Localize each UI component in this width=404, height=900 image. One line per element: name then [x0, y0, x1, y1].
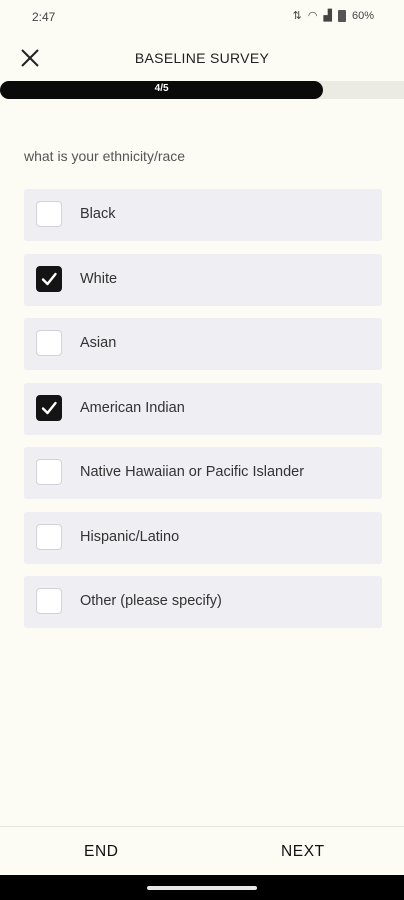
status-icons: ⇅ ◠ ▟ 60%: [293, 9, 374, 22]
option-other[interactable]: Other (please specify): [24, 576, 382, 628]
next-button[interactable]: NEXT: [281, 843, 325, 861]
checkbox[interactable]: [36, 201, 62, 227]
home-indicator[interactable]: [147, 886, 257, 890]
wifi-icon: ◠: [307, 10, 318, 22]
status-bar: 2:47 ⇅ ◠ ▟ 60%: [0, 0, 404, 34]
option-white[interactable]: White: [24, 253, 382, 306]
top-bar: BASELINE SURVEY: [0, 36, 404, 80]
checkbox[interactable]: [36, 265, 62, 292]
option-label: White: [80, 270, 118, 287]
data-icon: ⇅: [292, 10, 302, 22]
option-label: Native Hawaiian or Pacific Islander: [80, 464, 305, 480]
battery-text: 60%: [351, 9, 374, 22]
option-native-hawaiian[interactable]: Native Hawaiian or Pacific Islander: [24, 447, 382, 499]
checkbox[interactable]: [36, 330, 62, 356]
option-hispanic-latino[interactable]: Hispanic/Latino: [24, 511, 382, 564]
progress-label: 4/5: [154, 83, 169, 94]
end-button[interactable]: END: [84, 843, 119, 861]
option-label: Black: [80, 206, 116, 222]
bottom-bar: END NEXT: [0, 826, 404, 875]
option-label: Hispanic/Latino: [80, 528, 180, 545]
option-label: American Indian: [80, 399, 185, 416]
page-title: BASELINE SURVEY: [134, 50, 270, 66]
checkbox[interactable]: [36, 523, 62, 550]
checkbox[interactable]: [36, 394, 62, 421]
option-asian[interactable]: Asian: [24, 318, 382, 370]
options-list: Black White Asian American Indian Native…: [24, 189, 382, 641]
option-label: Asian: [80, 335, 117, 351]
option-black[interactable]: Black: [24, 189, 382, 241]
checkmark-icon: [41, 272, 57, 285]
battery-icon: [337, 9, 346, 22]
status-time: 2:47: [32, 10, 56, 24]
question-text: what is your ethnicity/race: [24, 148, 186, 164]
option-label: Other (please specify): [80, 593, 222, 609]
option-american-indian[interactable]: American Indian: [24, 382, 382, 435]
signal-icon: ▟: [323, 10, 332, 22]
system-nav-bar: [0, 875, 404, 900]
checkbox[interactable]: [36, 588, 62, 614]
checkmark-icon: [41, 401, 57, 414]
progress-bar: 4/5: [0, 81, 404, 99]
checkbox[interactable]: [36, 459, 62, 485]
